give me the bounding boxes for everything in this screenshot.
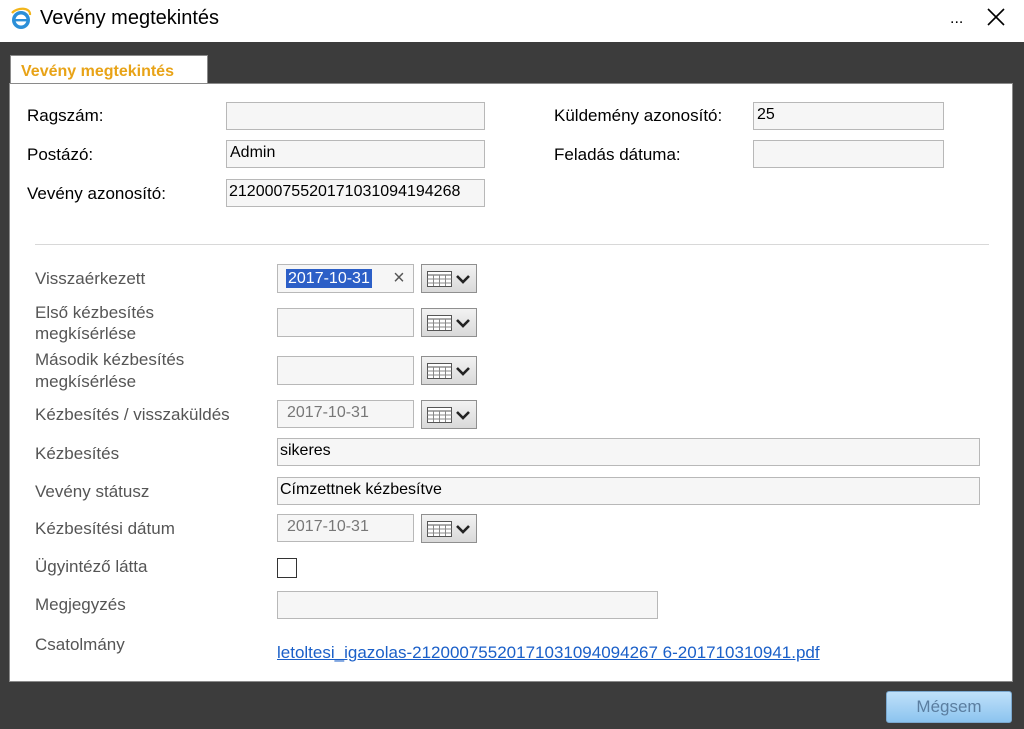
cancel-button[interactable]: Mégsem [886, 691, 1012, 723]
calendar-icon [427, 521, 470, 537]
veveny-azonosito-label: Vevény azonosító: [27, 184, 166, 203]
calendar-icon [427, 363, 470, 379]
calendar-icon [427, 407, 470, 423]
feladas-datuma-label: Feladás dátuma: [554, 145, 681, 164]
masodik-kezbesites-date-field[interactable] [277, 356, 414, 385]
window-titlebar: Vevény megtekintés ... [0, 0, 1024, 42]
veveny-statusz-label: Vevény státusz [35, 482, 150, 501]
kezbesites-visszakuldes-label: Kézbesítés / visszaküldés [35, 405, 230, 424]
close-icon[interactable] [984, 4, 1008, 30]
visszaerkezett-date-value: 2017-10-31 [286, 269, 372, 288]
ragszam-label: Ragszám: [27, 106, 104, 125]
elso-kezbesites-calendar-button[interactable] [421, 308, 477, 337]
visszaerkezett-date-field[interactable]: 2017-10-31 × [277, 264, 414, 293]
ugyintezo-latta-label: Ügyintéző látta [35, 557, 148, 576]
postazo-field[interactable]: Admin [226, 140, 485, 168]
kezbesites-visszakuldes-date-field: 2017-10-31 [277, 400, 414, 428]
feladas-datuma-field[interactable] [753, 140, 944, 168]
elso-kezbesites-label-1: Első kézbesítés [35, 303, 155, 322]
masodik-kezbesites-calendar-button[interactable] [421, 356, 477, 385]
veveny-azonosito-field[interactable]: 21200075520171031094194268 [226, 179, 485, 207]
section-divider [35, 244, 989, 245]
megjegyzes-field[interactable] [277, 591, 658, 619]
kezbesites-label: Kézbesítés [35, 444, 120, 463]
more-options-button[interactable]: ... [950, 10, 963, 28]
visszaerkezett-calendar-button[interactable] [421, 264, 477, 293]
ragszam-field[interactable] [226, 102, 485, 130]
kuldemeny-azonosito-label: Küldemény azonosító: [554, 106, 723, 125]
masodik-kezbesites-label-2: megkísérlése [35, 372, 137, 391]
kezbesites-visszakuldes-calendar-button[interactable] [421, 400, 477, 429]
visszaerkezett-label: Visszaérkezett [35, 269, 146, 288]
elso-kezbesites-date-field[interactable] [277, 308, 414, 337]
ie-icon [11, 7, 32, 29]
kezbesitesi-datum-calendar-button[interactable] [421, 514, 477, 543]
elso-kezbesites-label-2: megkísérlése [35, 324, 137, 343]
calendar-icon [427, 315, 470, 331]
tab-veveny-megtekintes[interactable]: Vevény megtekintés [10, 55, 208, 84]
kezbesitesi-datum-date-field: 2017-10-31 [277, 514, 414, 542]
clear-icon[interactable]: × [389, 267, 409, 289]
masodik-kezbesites-label-1: Második kézbesítés [35, 350, 185, 369]
window-title: Vevény megtekintés [40, 7, 219, 29]
attachment-link[interactable]: letoltesi_igazolas-212000755201710310940… [277, 643, 820, 663]
kuldemeny-azonosito-field[interactable]: 25 [753, 102, 944, 130]
megjegyzes-label: Megjegyzés [35, 595, 126, 614]
postazo-label: Postázó: [27, 145, 94, 164]
csatolmany-label: Csatolmány [35, 635, 125, 654]
kezbesitesi-datum-label: Kézbesítési dátum [35, 519, 175, 538]
veveny-statusz-field[interactable]: Címzettnek kézbesítve [277, 477, 980, 505]
calendar-icon [427, 271, 470, 287]
ugyintezo-latta-checkbox[interactable] [277, 558, 297, 578]
tab-label: Vevény megtekintés [21, 63, 174, 80]
kezbesites-field[interactable]: sikeres [277, 438, 980, 466]
